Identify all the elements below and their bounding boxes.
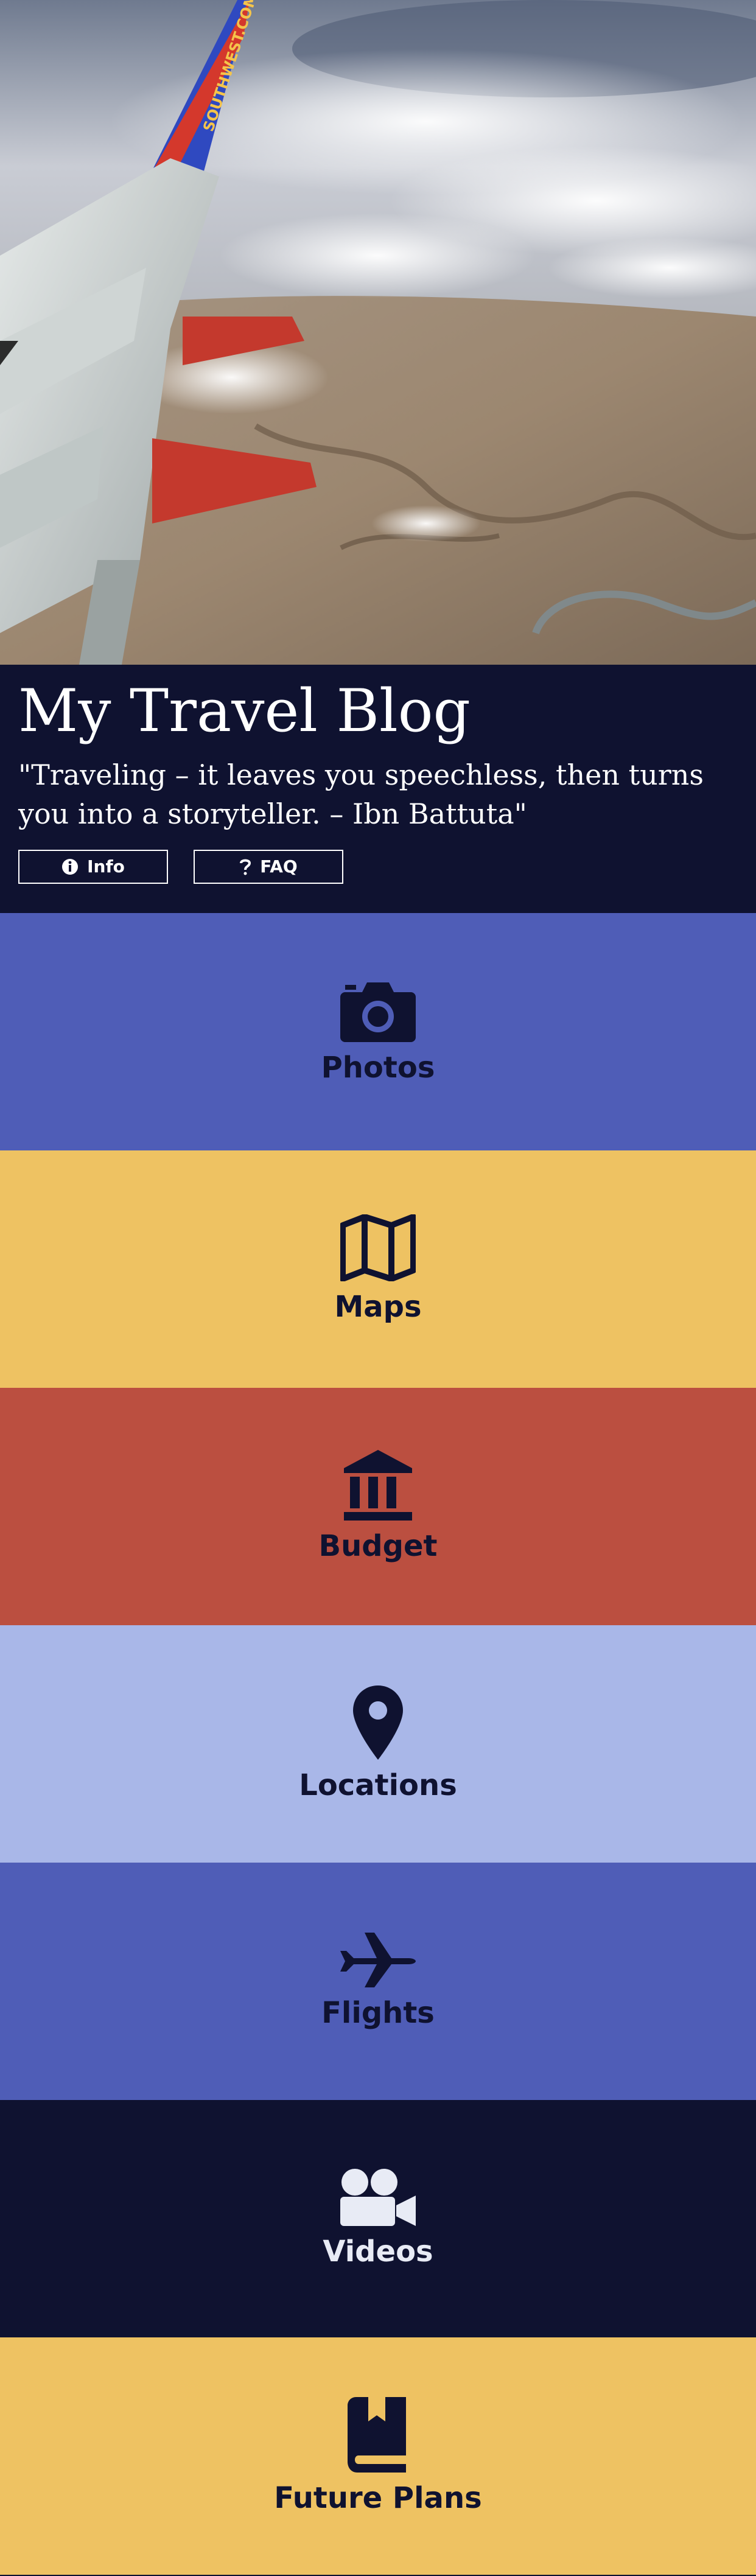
tile-locations-label: Locations [299,1768,457,1802]
tile-maps-label: Maps [334,1290,422,1324]
plane-icon [340,1933,416,1987]
tile-photos[interactable]: Photos [0,913,756,1150]
tile-flights-label: Flights [321,1996,435,2030]
hero-image: SOUTHWEST.COM [0,0,756,665]
tile-videos-label: Videos [323,2235,433,2269]
blog-header: My Travel Blog "Traveling – it leaves yo… [0,665,756,913]
info-icon [61,858,79,875]
bank-icon [344,1450,412,1521]
faq-button-label: FAQ [260,856,298,877]
book-icon [348,2397,408,2473]
header-quote: "Traveling – it leaves you speechless, t… [18,758,704,831]
tile-budget-label: Budget [318,1529,438,1563]
camera-icon [340,979,416,1042]
map-icon [340,1214,416,1281]
tile-future-plans-label: Future Plans [274,2481,482,2515]
tile-locations[interactable]: Locations [0,1625,756,1863]
tile-videos[interactable]: Videos [0,2100,756,2337]
tile-flights[interactable]: Flights [0,1863,756,2100]
question-icon [239,858,251,876]
map-pin-icon [353,1685,403,1760]
info-button-label: Info [87,856,125,877]
airplane-wing-photo: SOUTHWEST.COM [0,0,756,665]
tile-budget[interactable]: Budget [0,1388,756,1625]
page-title: My Travel Blog [18,677,471,745]
video-camera-icon [340,2169,416,2226]
tile-photos-label: Photos [321,1051,435,1085]
info-button[interactable]: Info [18,849,168,884]
header-buttons: Info FAQ [18,849,738,884]
faq-button[interactable]: FAQ [194,849,343,884]
tile-future-plans[interactable]: Future Plans [0,2337,756,2575]
tile-maps[interactable]: Maps [0,1150,756,1388]
